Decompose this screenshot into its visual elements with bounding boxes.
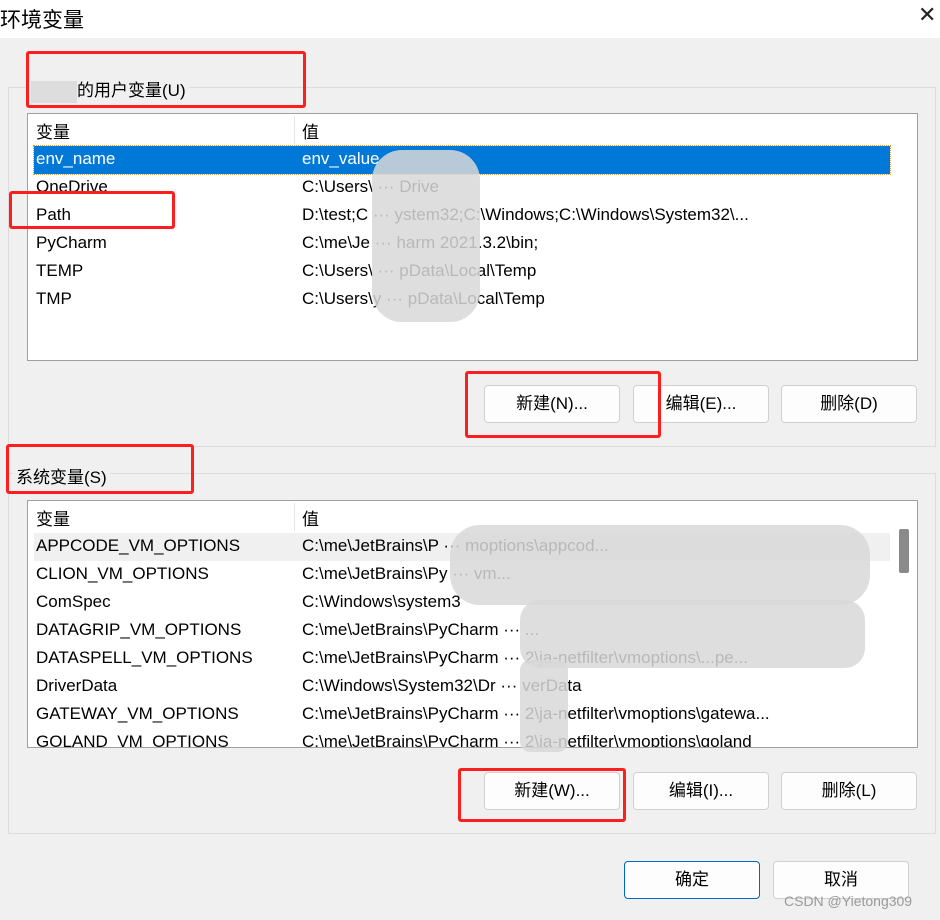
system-delete-button[interactable]: 删除(L)	[781, 772, 917, 810]
variable-name: DATAGRIP_VM_OPTIONS	[36, 620, 242, 639]
pixelation-overlay	[372, 150, 480, 322]
annotation-box	[6, 444, 194, 494]
watermark: CSDN @Yietong309	[784, 893, 913, 909]
variable-name: DriverData	[36, 676, 118, 695]
variable-name: GATEWAY_VM_OPTIONS	[36, 704, 239, 723]
list-header: 变量 值	[28, 114, 890, 144]
pixelation-overlay	[520, 600, 865, 668]
column-divider[interactable]	[294, 116, 295, 144]
annotation-box	[465, 371, 661, 438]
table-row[interactable]: DriverData C:\Windows\System32\Dr ··· ver…	[34, 673, 890, 701]
variable-name: APPCODE_VM_OPTIONS	[36, 536, 241, 555]
scrollbar-thumb[interactable]	[899, 529, 909, 573]
pixelation-overlay	[450, 525, 870, 605]
variable-name: CLION_VM_OPTIONS	[36, 564, 209, 583]
table-row[interactable]: GOLAND_VM_OPTIONS C:\me\JetBrains\PyCharm…	[34, 729, 890, 748]
variable-name: TEMP	[36, 261, 84, 280]
annotation-box	[9, 191, 175, 229]
window-title: 环境变量	[0, 9, 84, 32]
variable-value: C:\me\JetBrains\PyCharm ··· 2\ja-netfilt…	[302, 732, 752, 748]
annotation-box	[458, 768, 626, 822]
annotation-box	[26, 51, 306, 108]
variable-value: C:\me\JetBrains\PyCharm ··· 2\ja-netfilt…	[302, 704, 770, 723]
column-header-variable[interactable]: 变量	[36, 118, 70, 143]
vertical-scrollbar[interactable]	[891, 501, 917, 747]
variable-name: DATASPELL_VM_OPTIONS	[36, 648, 253, 667]
system-edit-button[interactable]: 编辑(I)...	[633, 772, 769, 810]
variable-name: PyCharm	[36, 233, 107, 252]
close-icon[interactable]: ✕	[918, 2, 936, 28]
variable-value: C:\Windows\System32\Dr ··· verData	[302, 676, 582, 695]
variable-name: ComSpec	[36, 592, 111, 611]
table-row[interactable]: GATEWAY_VM_OPTIONS C:\me\JetBrains\PyChar…	[34, 701, 890, 729]
pixelation-overlay	[520, 660, 568, 752]
title-bar	[0, 0, 940, 38]
variable-name: TMP	[36, 289, 72, 308]
column-header-value[interactable]: 值	[302, 118, 319, 143]
column-header-variable[interactable]: 变量	[36, 505, 70, 530]
variable-name: GOLAND_VM_OPTIONS	[36, 732, 229, 748]
ok-button[interactable]: 确定	[624, 861, 760, 899]
user-delete-button[interactable]: 删除(D)	[781, 385, 917, 423]
column-divider[interactable]	[294, 503, 295, 531]
variable-name: env_name	[36, 149, 116, 168]
column-header-value[interactable]: 值	[302, 505, 319, 530]
